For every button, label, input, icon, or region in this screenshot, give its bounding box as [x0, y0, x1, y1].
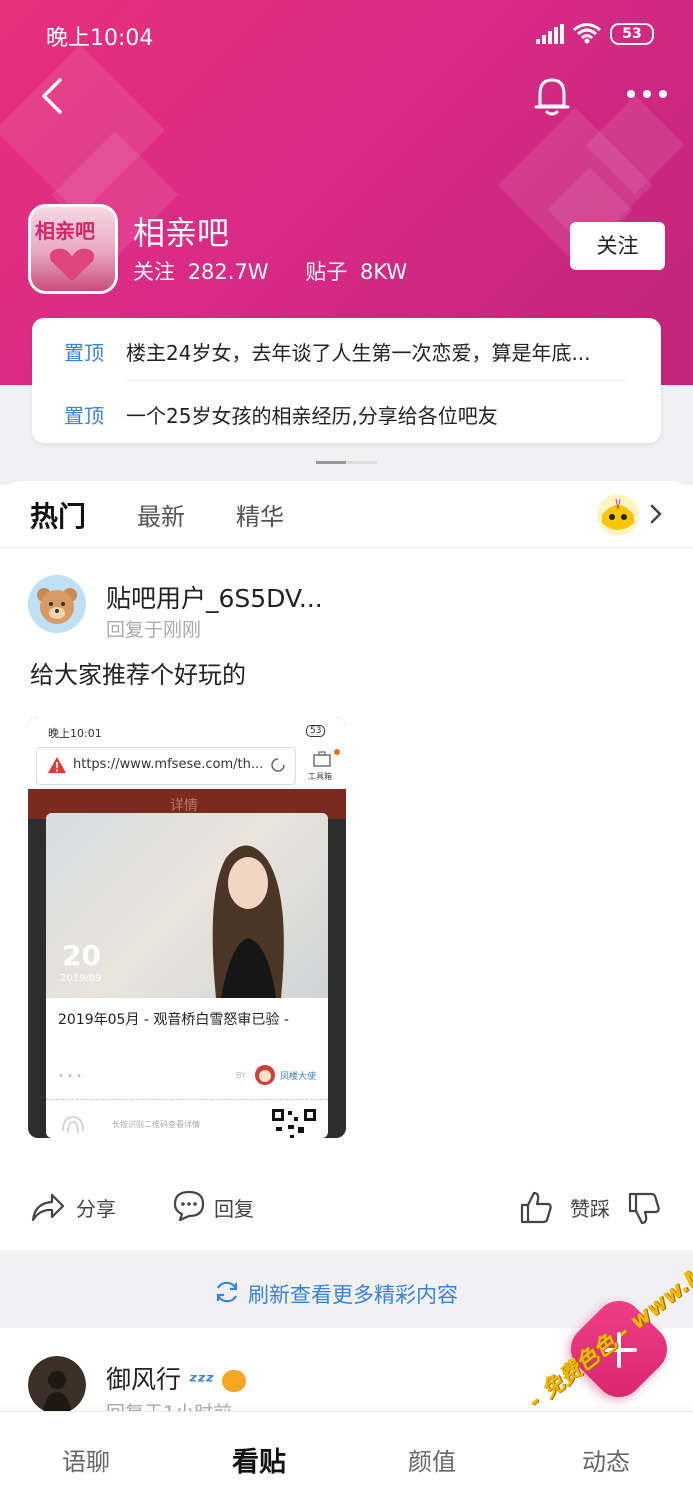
- pinned-post[interactable]: 置顶 楼主24岁女，去年谈了人生第一次恋爱，算是年底...: [32, 318, 661, 380]
- screenshot-page-title: 详情: [170, 798, 198, 814]
- by-label: BY: [236, 1071, 246, 1080]
- page-indicator: [316, 461, 377, 464]
- screenshot-time: 晚上10:01: [48, 727, 102, 740]
- post-username[interactable]: 贴吧用户_6S5DV...: [106, 579, 323, 615]
- status-time: 晚上10:04: [46, 26, 154, 51]
- comment-icon: [173, 1190, 205, 1222]
- screenshot-url: https://www.mfsese.com/th...: [73, 757, 264, 772]
- forum-logo-text: 相亲吧: [35, 219, 95, 243]
- followers-label: 关注: [133, 260, 175, 284]
- author-name: 凤楼大使: [280, 1072, 317, 1082]
- notification-dot: [334, 749, 340, 755]
- thumbs-down-icon[interactable]: [626, 1191, 662, 1227]
- qr-code-icon: [272, 1109, 316, 1138]
- pinned-title: 一个25岁女孩的相亲经历,分享给各位吧友: [126, 404, 498, 428]
- photo: 20 2019/09: [46, 813, 328, 998]
- back-arrow-icon[interactable]: [36, 76, 70, 116]
- refresh-label: 刷新查看更多精彩内容: [248, 1283, 458, 1307]
- date-month: 2019/09: [60, 973, 102, 984]
- screenshot-header: 晚上10:01 53 https://www.mfsese.com/th... …: [28, 717, 346, 789]
- chevron-right-icon[interactable]: [648, 503, 664, 525]
- post-title[interactable]: 给大家推荐个好玩的: [30, 655, 246, 690]
- divider: [46, 1099, 328, 1100]
- posts-label: 贴子: [305, 260, 348, 284]
- tab-hot[interactable]: 热门: [30, 495, 86, 535]
- pinned-tag: 置顶: [64, 404, 104, 428]
- post-actions: 分享 回复 赞踩: [0, 1175, 693, 1249]
- bell-icon[interactable]: [532, 74, 572, 118]
- post2-username: 御风行: [106, 1365, 182, 1394]
- toolbox-icon: [313, 751, 331, 767]
- refresh-icon: [216, 1281, 238, 1303]
- screenshot-card-title: 2019年05月 - 观音桥白雪怒审已验 -: [58, 1012, 289, 1028]
- screenshot-battery: 53: [306, 725, 326, 737]
- forum-name: 相亲吧: [133, 214, 230, 252]
- more-icon[interactable]: [622, 84, 672, 104]
- status-bar: 晚上10:04 53: [0, 0, 693, 66]
- pinned-title: 楼主24岁女，去年谈了人生第一次恋爱，算是年底...: [126, 341, 591, 365]
- toolbox-label: 工具箱: [308, 772, 332, 781]
- tab-feed[interactable]: 动态: [582, 1442, 630, 1477]
- game-emoji-icon: [221, 1370, 246, 1392]
- tab-voice-chat[interactable]: 语聊: [62, 1442, 110, 1477]
- follow-button[interactable]: 关注: [570, 222, 665, 270]
- reload-icon: [271, 758, 285, 772]
- person-photo-icon: [212, 845, 284, 998]
- share-label: 分享: [76, 1197, 116, 1221]
- share-icon: [31, 1193, 65, 1222]
- pinned-tag: 置顶: [64, 341, 104, 365]
- tab-browse-posts[interactable]: 看贴: [232, 1440, 286, 1479]
- pinned-post[interactable]: 置顶 一个25岁女孩的相亲经历,分享给各位吧友: [32, 381, 661, 443]
- user-avatar[interactable]: [28, 575, 86, 633]
- mascot-avatar-icon[interactable]: [596, 493, 640, 537]
- reply-label: 回复: [214, 1197, 254, 1221]
- screenshot-card: 20 2019/09 2019年05月 - 观音桥白雪怒审已验 - • • • …: [46, 813, 328, 1138]
- date-day: 20: [62, 939, 101, 972]
- battery-icon: 53: [610, 23, 654, 45]
- bottom-tab-bar: 语聊 看贴 颜值 动态: [0, 1411, 693, 1501]
- sleep-emoji-icon: ᶻᶻᶻ: [188, 1369, 215, 1393]
- user-avatar[interactable]: [28, 1356, 86, 1414]
- thumbs-up-icon[interactable]: [518, 1189, 554, 1225]
- forum-logo[interactable]: 相亲吧: [28, 204, 118, 294]
- signal-icon: [536, 24, 564, 44]
- fingerprint-icon: [62, 1116, 84, 1134]
- heart-icon: [49, 248, 95, 281]
- forum-stats: 关注 282.7W 贴子 8KW: [133, 256, 413, 286]
- refresh-banner[interactable]: 刷新查看更多精彩内容: [0, 1250, 693, 1328]
- warning-icon: [48, 757, 66, 773]
- screenshot-url-bar: https://www.mfsese.com/th...: [36, 747, 296, 785]
- dots: • • •: [58, 1071, 83, 1082]
- posts-count: 8KW: [359, 260, 408, 284]
- top-nav: [0, 70, 693, 122]
- post-reply-time: 回复于刚刚: [106, 619, 202, 641]
- tab-latest[interactable]: 最新: [137, 497, 185, 532]
- followers-count: 282.7W: [187, 260, 269, 284]
- pinned-posts: 置顶 楼主24岁女，去年谈了人生第一次恋爱，算是年底... 置顶 一个25岁女孩…: [32, 318, 661, 443]
- tab-looks[interactable]: 颜值: [408, 1442, 456, 1477]
- wifi-icon: [573, 23, 601, 44]
- qr-hint: 长按识别二维码查看详情: [112, 1120, 200, 1129]
- author-avatar-icon: [255, 1065, 275, 1085]
- feed-tabs: 热门 最新 精华: [0, 481, 693, 548]
- post-image[interactable]: 晚上10:01 53 https://www.mfsese.com/th... …: [28, 717, 346, 1138]
- post-username[interactable]: 御风行 ᶻᶻᶻ: [106, 1360, 246, 1396]
- vote-label: 赞踩: [570, 1197, 610, 1221]
- tab-featured[interactable]: 精华: [236, 497, 284, 532]
